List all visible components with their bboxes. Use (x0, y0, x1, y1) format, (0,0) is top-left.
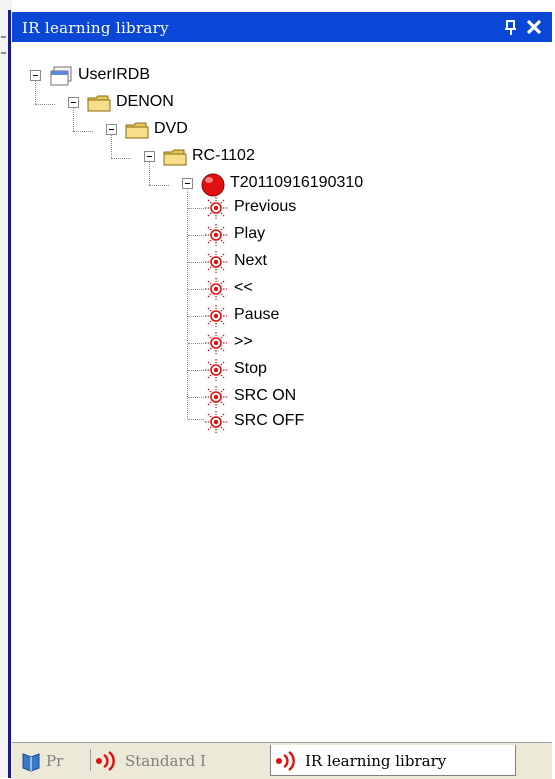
tree-connector (187, 188, 188, 419)
tree-connector (188, 419, 204, 420)
tree-leaf-command[interactable]: SRC OFF (204, 410, 344, 434)
tree-node-session[interactable]: T20110916190310 (182, 172, 402, 197)
book-icon (20, 750, 42, 776)
tree-connector (188, 208, 204, 209)
tree-connector (149, 185, 169, 186)
tab-ir-learning-library[interactable]: IR learning library (270, 745, 516, 776)
tree-connector (111, 158, 131, 159)
database-icon (48, 64, 74, 93)
tree-node-label: RC-1102 (192, 147, 255, 164)
tree-node-label: T20110916190310 (230, 174, 364, 191)
ir-signal-icon (204, 304, 228, 333)
tree-leaf-command[interactable]: << (204, 277, 344, 301)
tree-connector (188, 343, 204, 344)
tab-label: IR learning library (305, 752, 447, 770)
collapse-icon[interactable] (144, 151, 155, 162)
tab-divider (90, 749, 91, 771)
tree-connector (73, 131, 93, 132)
tab-label: Standard I (125, 752, 206, 770)
ir-library-tree: UserIRDB DENON DVD RC-1102 T201109161903… (16, 44, 550, 740)
ir-signal-icon (204, 250, 228, 279)
ir-signal-icon (204, 358, 228, 387)
folder-icon (162, 145, 190, 174)
tree-leaf-command[interactable]: Previous (204, 196, 344, 220)
tree-connector (188, 370, 204, 371)
command-label: Play (234, 225, 266, 242)
collapse-icon[interactable] (106, 124, 117, 135)
ir-signal-icon (204, 223, 228, 252)
command-label: Next (234, 252, 267, 269)
ir-signal-icon (204, 331, 228, 360)
tree-connector (188, 289, 204, 290)
tree-node-rc-1102[interactable]: RC-1102 (144, 145, 304, 169)
tab-label: Pr (46, 752, 64, 770)
tree-leaf-command[interactable]: Pause (204, 304, 344, 328)
dock-tick (1, 52, 6, 54)
tree-node-useridb[interactable]: UserIRDB (30, 64, 190, 88)
command-label: >> (234, 333, 253, 350)
left-dock-edge (0, 0, 12, 778)
ir-signal-icon (204, 410, 228, 439)
tree-connector (188, 316, 204, 317)
panel-titlebar: IR learning library (12, 12, 552, 42)
ir-signal-icon (204, 196, 228, 225)
tree-node-dvd[interactable]: DVD (106, 118, 266, 142)
dock-edge-line (8, 10, 11, 778)
command-label: Pause (234, 306, 280, 323)
collapse-icon[interactable] (68, 97, 79, 108)
tree-node-denon[interactable]: DENON (68, 91, 228, 115)
panel-title: IR learning library (22, 19, 169, 37)
ir-signal-icon (275, 750, 301, 776)
command-label: SRC ON (234, 387, 297, 404)
tree-leaf-command[interactable]: SRC ON (204, 385, 344, 409)
tree-leaf-command[interactable]: Next (204, 250, 344, 274)
tree-leaf-command[interactable]: >> (204, 331, 344, 355)
panel-tab-strip: Pr Standard I IR learning library (12, 742, 552, 779)
tree-connector (188, 235, 204, 236)
tree-node-label: UserIRDB (78, 66, 151, 83)
ir-learning-library-panel: IR learning library UserIRDB DENON DVD R… (12, 12, 552, 779)
tab-pr[interactable]: Pr (16, 745, 90, 775)
tree-connector (188, 262, 204, 263)
tree-node-label: DVD (154, 120, 188, 137)
collapse-icon[interactable] (182, 178, 193, 189)
ir-signal-icon (204, 277, 228, 306)
folder-icon (124, 118, 152, 147)
command-label: << (234, 279, 253, 296)
command-label: SRC OFF (234, 412, 305, 429)
tab-standard[interactable]: Standard I (93, 745, 269, 775)
close-icon[interactable] (524, 16, 544, 38)
tree-connector (35, 104, 55, 105)
dock-tick (1, 36, 6, 38)
command-label: Previous (234, 198, 297, 215)
tree-leaf-command[interactable]: Stop (204, 358, 344, 382)
tree-node-label: DENON (116, 93, 174, 110)
collapse-icon[interactable] (30, 70, 41, 81)
ir-signal-icon (95, 750, 121, 776)
tree-leaf-command[interactable]: Play (204, 223, 344, 247)
pin-icon[interactable] (502, 17, 520, 37)
tree-connector (188, 397, 204, 398)
command-label: Stop (234, 360, 267, 377)
folder-icon (86, 91, 114, 120)
